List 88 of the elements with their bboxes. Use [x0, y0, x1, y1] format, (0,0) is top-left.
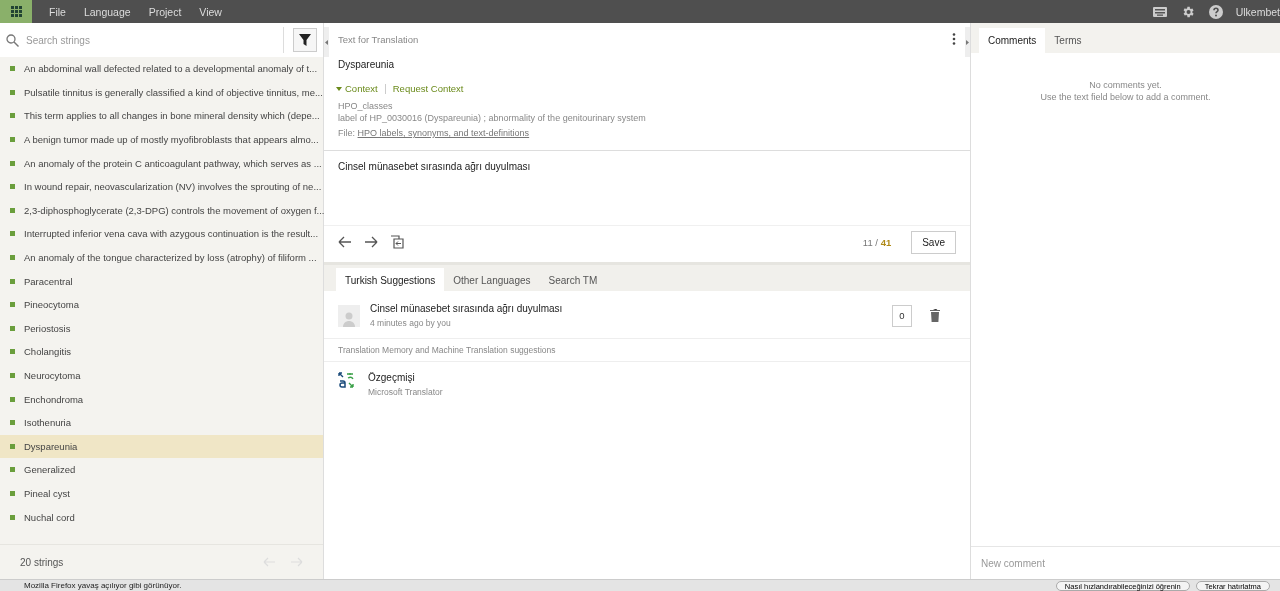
string-item[interactable]: 2,3-diphosphoglycerate (2,3-DPG) controls the movement of oxygen f...: [0, 198, 323, 223]
suggestion-source: Microsoft Translator: [368, 387, 443, 397]
vote-count[interactable]: 0: [892, 304, 912, 327]
back-arrow-icon[interactable]: [338, 236, 352, 248]
string-item[interactable]: Cholangitis: [0, 340, 323, 364]
context-line: label of HP_0030016 (Dyspareunia) ; abnormality of the genitourinary system: [337, 112, 647, 124]
collapse-right-handle[interactable]: [965, 27, 970, 57]
string-text: An anomaly of the protein C anticoagulant pathway, which serves as ...: [24, 157, 322, 169]
string-item[interactable]: Enchondroma: [0, 387, 323, 411]
suggestions-tab[interactable]: Search TM: [539, 268, 607, 291]
string-text: Paracentral: [24, 275, 73, 287]
string-text: A benign tumor made up of mostly myofibroblasts that appears almo...: [24, 134, 319, 146]
string-text: An anomaly of the tongue characterized by loss (atrophy) of filiform ...: [24, 252, 317, 264]
avatar-icon: [338, 304, 360, 327]
suggestions-tab[interactable]: Other Languages: [444, 268, 540, 291]
context-toggle[interactable]: Context: [336, 83, 378, 94]
user-name[interactable]: Ulkembet: [1235, 5, 1280, 18]
string-text: 2,3-diphosphoglycerate (2,3-DPG) controls the movement of oxygen f...: [24, 204, 325, 216]
menu-item[interactable]: View: [190, 5, 231, 18]
string-text: Cholangitis: [24, 346, 71, 358]
source-text: Dyspareunia: [338, 59, 395, 70]
string-text: Pineal cyst: [24, 488, 70, 499]
context-line: HPO_classes: [337, 100, 394, 112]
menu-item[interactable]: File: [40, 5, 75, 18]
panel-tab[interactable]: Terms: [1045, 28, 1091, 53]
string-text: Isothenuria: [24, 417, 71, 429]
app-launcher[interactable]: [0, 0, 32, 23]
search-icon: [6, 33, 19, 47]
keyboard-icon[interactable]: [1152, 6, 1167, 17]
trash-icon[interactable]: [930, 309, 940, 322]
empty-message: No comments yet.: [1088, 79, 1163, 91]
string-text: Dyspareunia: [24, 440, 78, 452]
forward-arrow-icon[interactable]: [364, 236, 378, 248]
string-item[interactable]: Isothenuria: [0, 410, 323, 435]
menu-item[interactable]: Language: [74, 5, 140, 18]
progress-counter: 11 / 41: [862, 236, 892, 248]
string-item[interactable]: Pineal cyst: [0, 481, 323, 506]
string-text: This term applies to all changes in bone mineral density which (depe...: [24, 110, 320, 122]
string-text: Pulsatile tinnitus is generally classified a kind of objective tinnitus, me...: [24, 86, 323, 98]
string-text: Interrupted inferior vena cava with azygous continuation is the result...: [24, 228, 319, 240]
panel-tab[interactable]: Comments: [979, 28, 1046, 53]
suggestion-text: Cinsel münasebet sırasında ağrı duyulması: [370, 303, 564, 314]
file-label: File:: [338, 128, 355, 138]
string-item[interactable]: Pineocytoma: [0, 292, 323, 317]
string-item[interactable]: An anomaly of the tongue characterized by loss (atrophy) of filiform ...: [0, 245, 323, 270]
string-text: Neurocytoma: [24, 370, 81, 381]
string-item[interactable]: Paracentral: [0, 269, 323, 293]
string-text: Generalized: [24, 464, 76, 476]
search-field[interactable]: Search strings: [6, 27, 284, 53]
string-item[interactable]: Periostosis: [0, 316, 323, 341]
string-text: An abdominal wall defected related to a developmental anomaly of t...: [24, 63, 318, 75]
string-count: 20 strings: [20, 556, 64, 568]
save-button[interactable]: Save: [911, 230, 956, 254]
string-text: Periostosis: [24, 322, 71, 334]
filter-button[interactable]: [293, 28, 317, 52]
string-item[interactable]: Dyspareunia: [0, 434, 323, 459]
suggestions-tab[interactable]: Turkish Suggestions: [336, 268, 445, 291]
string-text: Pineocytoma: [24, 299, 79, 311]
notification-message: Mozilla Firefox yavaş açılıyor gibi görünüyor.: [24, 581, 182, 590]
string-text: Enchondroma: [24, 393, 84, 405]
filter-icon: [299, 34, 311, 46]
panel-title: Text for Translation: [338, 33, 419, 45]
string-item[interactable]: In wound repair, neovascularization (NV) involves the sprouting of ne...: [0, 174, 323, 199]
string-item[interactable]: Generalized: [0, 458, 323, 482]
menu-item[interactable]: Project: [139, 5, 191, 18]
string-item[interactable]: This term applies to all changes in bone mineral density which (depe...: [0, 104, 323, 128]
file-link[interactable]: HPO labels, synonyms, and text-definitions: [357, 128, 530, 138]
string-item[interactable]: Pulsatile tinnitus is generally classified a kind of objective tinnitus, me...: [0, 80, 323, 105]
string-item[interactable]: Nuchal cord: [0, 505, 323, 529]
string-item[interactable]: An abdominal wall defected related to a developmental anomaly of t...: [0, 57, 323, 81]
string-text: In wound repair, neovascularization (NV) involves the sprouting of ne...: [24, 181, 322, 193]
request-context-link[interactable]: Request Context: [392, 83, 464, 94]
collapse-left-handle[interactable]: [324, 27, 329, 57]
string-item[interactable]: Interrupted inferior vena cava with azygous continuation is the result...: [0, 222, 323, 246]
string-item[interactable]: A benign tumor made up of mostly myofibroblasts that appears almo...: [0, 127, 323, 152]
grid-icon: [10, 6, 22, 17]
caret-icon: [336, 85, 342, 92]
help-icon[interactable]: [1208, 4, 1223, 19]
machine-suggestion-text: Özgeçmişi: [368, 372, 416, 383]
more-icon[interactable]: [952, 33, 956, 45]
translator-icon: [338, 372, 354, 388]
copy-icon[interactable]: [390, 235, 404, 249]
suggestion-meta: 4 minutes ago by you: [370, 318, 452, 328]
string-item[interactable]: An anomaly of the protein C anticoagulant pathway, which serves as ...: [0, 151, 323, 175]
empty-hint: Use the text field below to add a comment.: [1039, 91, 1212, 103]
string-text: Nuchal cord: [24, 511, 75, 523]
section-label: Translation Memory and Machine Translation suggestions: [324, 339, 970, 362]
string-item[interactable]: Neurocytoma: [0, 363, 323, 388]
